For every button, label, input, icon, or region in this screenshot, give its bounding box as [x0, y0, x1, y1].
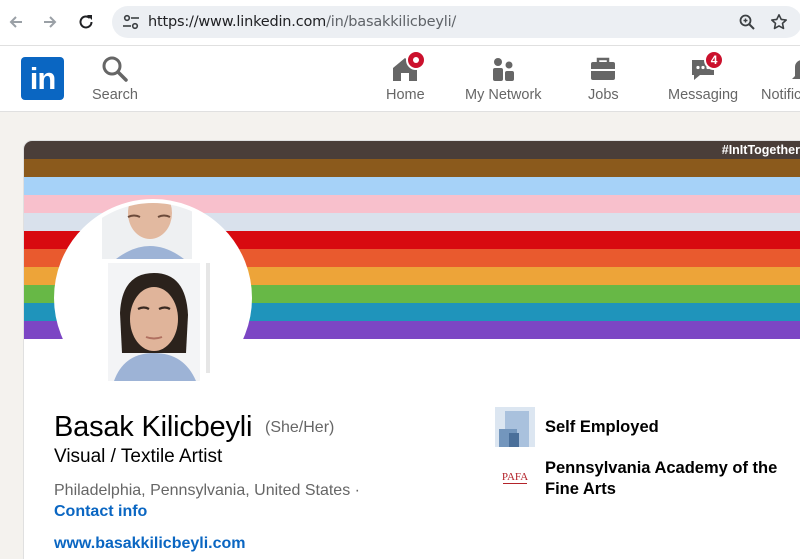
my-network-icon	[488, 54, 518, 84]
browser-toolbar: https://www.linkedin.com/in/basakkilicbe…	[0, 0, 800, 46]
website-link[interactable]: www.basakkilicbeyli.com	[54, 535, 246, 553]
contact-info-link[interactable]: Contact info	[54, 503, 147, 521]
home-icon	[390, 50, 427, 84]
reload-icon[interactable]	[72, 8, 100, 36]
education-item[interactable]: PAFA Pennsylvania Academy of the Fine Ar…	[495, 458, 795, 500]
profile-pronouns: (She/Her)	[265, 419, 335, 436]
nav-search[interactable]: Search	[92, 54, 138, 103]
company-logo	[495, 407, 535, 447]
profile-card: #InItTogether Basak Kilicbeyli (She/Her)…	[24, 141, 800, 559]
home-notification-dot	[406, 50, 427, 70]
messaging-icon: 4	[688, 50, 725, 84]
bell-icon	[787, 54, 800, 84]
nav-messaging-label: Messaging	[668, 87, 739, 103]
url-host: https://www.linkedin.com	[148, 14, 327, 30]
nav-messaging[interactable]: 4 Messaging	[668, 50, 739, 103]
school-name: Pennsylvania Academy of the Fine Arts	[545, 459, 778, 498]
linkedin-logo[interactable]: in	[21, 57, 64, 100]
nav-notifications[interactable]: Notifications	[761, 54, 800, 103]
nav-jobs[interactable]: Jobs	[588, 54, 619, 103]
address-bar[interactable]: https://www.linkedin.com/in/basakkilicbe…	[112, 6, 800, 38]
forward-icon[interactable]	[36, 8, 64, 36]
bookmark-star-icon[interactable]	[770, 13, 788, 31]
nav-home-label: Home	[386, 87, 425, 103]
messaging-badge: 4	[704, 50, 725, 70]
school-logo: PAFA	[495, 458, 535, 498]
profile-photo-image	[58, 203, 248, 393]
profile-name: Basak Kilicbeyli	[54, 411, 253, 443]
url-path: /in/basakkilicbeyli/	[326, 14, 457, 30]
zoom-icon[interactable]	[738, 13, 756, 31]
banner-stripe	[24, 141, 800, 159]
profile-location: Philadelphia, Pennsylvania, United State…	[54, 482, 360, 499]
url-text[interactable]: https://www.linkedin.com/in/basakkilicbe…	[148, 14, 456, 30]
briefcase-icon	[588, 54, 618, 84]
linkedin-global-nav: in Search Home My Network Jobs 4 Messagi…	[0, 46, 800, 112]
profile-headline: Visual / Textile Artist	[54, 446, 223, 467]
nav-home[interactable]: Home	[386, 50, 427, 103]
current-company-name: Self Employed	[545, 418, 659, 436]
banner-stripe	[24, 177, 800, 195]
nav-notifications-label: Notifications	[761, 87, 800, 103]
nav-jobs-label: Jobs	[588, 87, 619, 103]
nav-my-network-label: My Network	[465, 87, 542, 103]
back-icon[interactable]	[2, 8, 30, 36]
nav-search-label: Search	[92, 87, 138, 103]
nav-my-network[interactable]: My Network	[465, 54, 542, 103]
school-logo-text: PAFA	[502, 471, 528, 483]
banner-hashtag: #InItTogether	[721, 143, 800, 157]
site-settings-icon[interactable]	[120, 12, 142, 32]
current-position[interactable]: Self Employed	[495, 407, 795, 447]
search-icon	[100, 54, 130, 84]
banner-stripe	[24, 159, 800, 177]
profile-photo[interactable]	[54, 199, 252, 397]
